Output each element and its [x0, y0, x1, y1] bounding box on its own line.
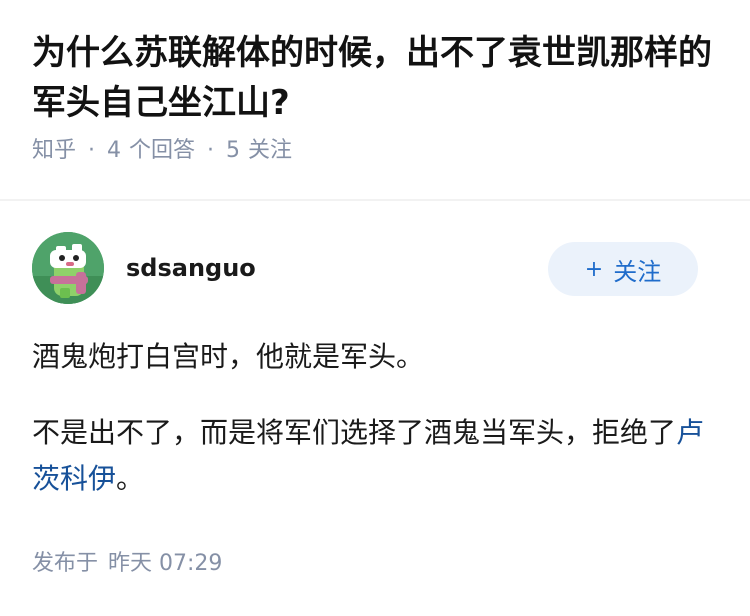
question-meta: 知乎 · 4 个回答 · 5 关注	[32, 136, 722, 166]
avatar[interactable]	[32, 232, 104, 304]
answer-body: 酒鬼炮打白宫时，他就是军头。 不是出不了，而是将军们选择了酒鬼当军头，拒绝了卢茨…	[32, 334, 722, 502]
followers-count: 5	[226, 138, 241, 163]
answer-punctuation: 。	[116, 462, 145, 495]
cartoon-avatar-icon	[32, 232, 104, 304]
source-label[interactable]: 知乎	[32, 136, 76, 166]
follow-button-label: 关注	[613, 257, 662, 286]
published-time: 昨天 07:29	[108, 551, 223, 576]
answers-label: 个回答	[129, 138, 196, 163]
meta-separator: ·	[207, 138, 215, 163]
section-divider	[0, 199, 750, 201]
plus-icon: +	[584, 256, 604, 282]
meta-separator: ·	[88, 138, 96, 163]
answer-paragraph: 酒鬼炮打白宫时，他就是军头。	[32, 340, 425, 373]
followers-label: 关注	[248, 138, 293, 163]
published-label: 发布于	[32, 551, 99, 576]
author-name[interactable]: sdsanguo	[126, 252, 256, 284]
author-row: sdsanguo + 关注	[32, 232, 718, 306]
question-title[interactable]: 为什么苏联解体的时候，出不了袁世凯那样的军头自己坐江山?	[32, 28, 722, 128]
publish-info: 发布于 昨天 07:29	[32, 548, 222, 580]
answer-text: 不是出不了，而是将军们选择了酒鬼当军头，拒绝了	[32, 416, 677, 449]
answers-count: 4	[107, 138, 122, 163]
answer-paragraph: 不是出不了，而是将军们选择了酒鬼当军头，拒绝了卢茨科伊。	[32, 410, 722, 502]
question-header: 为什么苏联解体的时候，出不了袁世凯那样的军头自己坐江山? 知乎 · 4 个回答 …	[32, 28, 722, 166]
follow-button[interactable]: + 关注	[548, 242, 698, 296]
